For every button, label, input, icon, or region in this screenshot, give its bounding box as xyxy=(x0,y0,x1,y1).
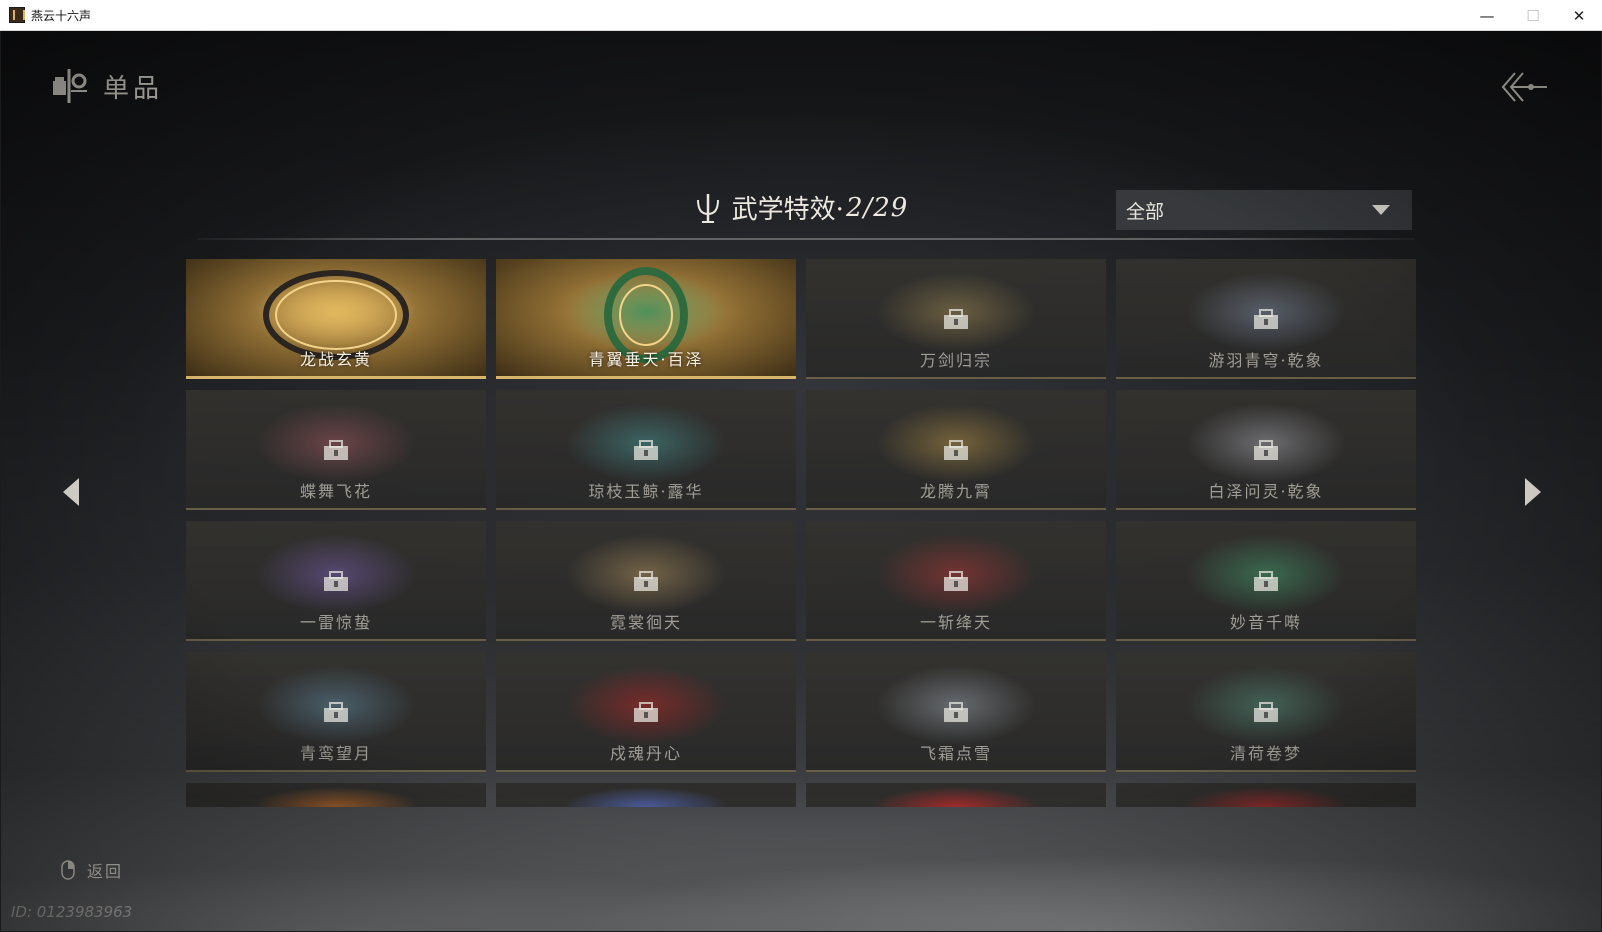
effect-name: 龙战玄黄 xyxy=(299,350,372,369)
lock-icon xyxy=(324,440,348,460)
effect-card[interactable]: 戍魂丹心 xyxy=(496,652,796,772)
effect-card[interactable]: 龙腾九霄 xyxy=(806,390,1106,510)
mouse-icon xyxy=(61,860,75,880)
effect-card[interactable]: 清荷卷梦 xyxy=(1116,652,1416,772)
window-controls: — ☐ ✕ xyxy=(1464,0,1602,31)
effect-name: 白泽问灵·乾象 xyxy=(1208,482,1324,501)
lock-icon xyxy=(944,702,968,722)
effect-name: 游羽青穹·乾象 xyxy=(1208,351,1324,370)
lock-icon xyxy=(324,702,348,722)
effect-card[interactable]: 琼枝玉鲸·露华 xyxy=(496,390,796,510)
app-icon xyxy=(9,7,25,23)
collection-icon xyxy=(53,69,87,103)
window-title-bar: 燕云十六声 — ☐ ✕ xyxy=(0,0,1602,31)
trident-icon xyxy=(696,193,719,223)
lock-icon xyxy=(944,440,968,460)
effect-card[interactable]: 游羽青穹·乾象 xyxy=(1116,259,1416,379)
game-viewport: 单品 武学特效· 2/29 全部 龙战玄黄 青翼垂天·百泽 万剑归宗 游羽青穹·乾象蝶… xyxy=(1,31,1601,931)
effect-name: 一斩绛天 xyxy=(919,613,992,632)
section-divider xyxy=(197,238,1415,240)
effect-name: 琼枝玉鲸·露华 xyxy=(588,482,704,501)
effect-name: 霓裳徊天 xyxy=(609,613,682,632)
lock-icon xyxy=(1254,702,1278,722)
lock-icon xyxy=(634,571,658,591)
effect-card[interactable]: 一斩绛天 xyxy=(806,521,1106,641)
effect-name: 青鸾望月 xyxy=(299,744,372,763)
filter-selected-value: 全部 xyxy=(1126,200,1165,223)
effect-card[interactable]: 龙战玄黄 xyxy=(186,259,486,379)
section-label: 武学特效· xyxy=(731,195,844,225)
lock-icon xyxy=(634,702,658,722)
lock-icon xyxy=(324,571,348,591)
filter-dropdown[interactable]: 全部 xyxy=(1116,190,1412,230)
page-title: 单品 xyxy=(103,73,164,104)
back-label: 返回 xyxy=(87,862,124,881)
effect-name: 一雷惊蛰 xyxy=(299,613,372,632)
effect-grid: 龙战玄黄 青翼垂天·百泽 万剑归宗 游羽青穹·乾象蝶舞飞花 琼枝玉鲸·露华 龙腾九霄 白泽问… xyxy=(186,259,1418,807)
maximize-button[interactable]: ☐ xyxy=(1510,0,1556,31)
lock-icon xyxy=(634,440,658,460)
effect-card[interactable]: 万剑归宗 xyxy=(806,259,1106,379)
lock-icon xyxy=(1254,571,1278,591)
lock-icon xyxy=(944,309,968,329)
effect-card[interactable]: 白泽问灵·乾象 xyxy=(1116,390,1416,510)
effect-card-partial[interactable] xyxy=(1116,783,1416,807)
effect-card[interactable]: 霓裳徊天 xyxy=(496,521,796,641)
effect-name: 蝶舞飞花 xyxy=(299,482,372,501)
effect-card[interactable]: 蝶舞飞花 xyxy=(186,390,486,510)
close-button[interactable]: ✕ xyxy=(1556,0,1602,31)
lock-icon xyxy=(1254,309,1278,329)
effect-card[interactable]: 青鸾望月 xyxy=(186,652,486,772)
effect-card-partial[interactable] xyxy=(496,783,796,807)
effect-name: 飞霜点雪 xyxy=(919,744,992,763)
effect-card[interactable]: 飞霜点雪 xyxy=(806,652,1106,772)
page-header: 单品 xyxy=(49,67,163,105)
lock-icon xyxy=(1254,440,1278,460)
effect-card-partial[interactable] xyxy=(806,783,1106,807)
effect-name: 万剑归宗 xyxy=(919,351,992,370)
effect-name: 戍魂丹心 xyxy=(609,744,682,763)
back-hint[interactable]: 返回 xyxy=(61,858,123,882)
back-arrow-icon[interactable] xyxy=(1501,67,1549,107)
arrow-left-icon[interactable] xyxy=(57,474,87,510)
effect-name: 龙腾九霄 xyxy=(919,482,992,501)
effect-card[interactable]: 青翼垂天·百泽 xyxy=(496,259,796,379)
effect-name: 妙音千啭 xyxy=(1229,613,1302,632)
window-title: 燕云十六声 xyxy=(31,8,92,23)
effect-card[interactable]: 一雷惊蛰 xyxy=(186,521,486,641)
lock-icon xyxy=(944,571,968,591)
player-id: ID: 0123983963 xyxy=(11,903,133,921)
minimize-button[interactable]: — xyxy=(1464,0,1510,31)
effect-card-partial[interactable] xyxy=(186,783,486,807)
collection-count: 2/29 xyxy=(845,192,909,223)
effect-name: 青翼垂天·百泽 xyxy=(588,350,704,369)
effect-name: 清荷卷梦 xyxy=(1229,744,1302,763)
chevron-down-icon xyxy=(1372,205,1390,215)
effect-card[interactable]: 妙音千啭 xyxy=(1116,521,1416,641)
arrow-right-icon[interactable] xyxy=(1517,474,1547,510)
